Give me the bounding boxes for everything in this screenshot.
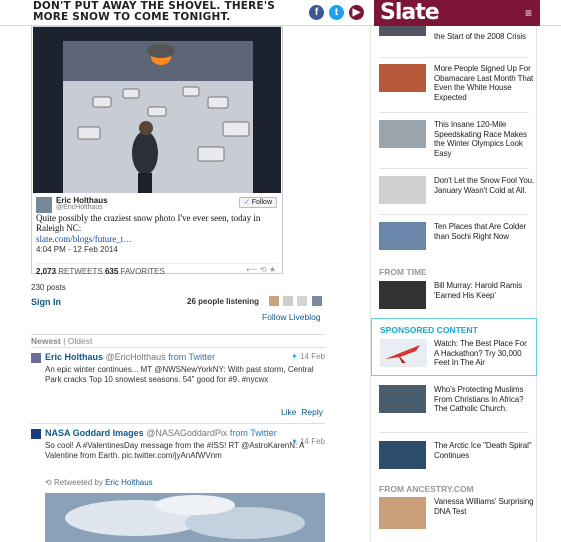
- post-image[interactable]: [45, 493, 325, 542]
- sign-in-link[interactable]: Sign In: [31, 297, 61, 307]
- sidebar-thumb[interactable]: [379, 497, 426, 529]
- post-author-handle[interactable]: @EricHolthaus: [106, 352, 166, 362]
- tweet-actions-icons[interactable]: ⟵ ⟲ ★: [246, 265, 276, 274]
- listener-avatar[interactable]: [268, 295, 280, 307]
- retweeted-by-name[interactable]: Eric Holthaus: [105, 478, 153, 487]
- snow-photo[interactable]: [33, 27, 281, 193]
- retweet-count: 2,073: [36, 267, 57, 276]
- sponsored-label: Sponsored Content: [380, 325, 478, 335]
- sidebar-thumb[interactable]: [379, 385, 426, 413]
- post-date: ✦ 14 Feb: [291, 352, 325, 361]
- divider: [379, 432, 529, 433]
- retweets-label: RETWEETS: [58, 267, 103, 276]
- post-text: An epic winter continues... MT @NWSNewYo…: [45, 365, 314, 384]
- divider: [379, 112, 529, 113]
- top-bar: Don't put away the shovel. There's more …: [0, 0, 561, 26]
- retweeted-by-label: Retweeted by: [53, 478, 103, 487]
- retweeted-by: ⟲ Retweeted by Eric Holthaus: [45, 478, 153, 487]
- like-link[interactable]: Like: [281, 407, 297, 417]
- sidebar-thumb[interactable]: [379, 281, 426, 309]
- listeners-count: 26 people listening: [187, 297, 260, 306]
- sidebar-item-title[interactable]: More People Signed Up For Obamacare Last…: [434, 64, 538, 102]
- post-source[interactable]: from Twitter: [230, 428, 277, 438]
- post-count: 230 posts: [31, 283, 66, 292]
- follow-liveblog-link[interactable]: Follow Liveblog: [262, 312, 321, 322]
- facebook-icon[interactable]: f: [309, 5, 324, 20]
- sidebar-item-title[interactable]: Ten Places that Are Colder than Sochi Ri…: [434, 222, 538, 241]
- sidebar-thumb[interactable]: [379, 120, 426, 148]
- from-time-label[interactable]: From Time: [379, 267, 427, 277]
- divider: [379, 57, 529, 58]
- post-author-name[interactable]: NASA Goddard Images: [45, 428, 144, 438]
- post-avatar[interactable]: [31, 429, 41, 439]
- sidebar-item-title[interactable]: This Insane 120-Mile Speedskating Race M…: [434, 120, 538, 158]
- post-avatar[interactable]: [31, 353, 41, 363]
- listener-avatar[interactable]: [282, 295, 294, 307]
- sidebar-thumb[interactable]: [379, 64, 426, 92]
- sidebar-item-title[interactable]: Who's Protecting Muslims From Christians…: [434, 385, 538, 414]
- slate-logo[interactable]: Slate: [380, 0, 440, 26]
- divider: [379, 168, 529, 169]
- twitter-icon[interactable]: t: [329, 5, 344, 20]
- sidebar-item-title[interactable]: The Arctic Ice "Death Spiral" Continues: [434, 441, 538, 460]
- tweet-link[interactable]: slate.com/blogs/future_t…: [36, 234, 132, 244]
- sidebar-thumb[interactable]: [379, 441, 426, 469]
- post-date-text: 14 Feb: [300, 352, 325, 361]
- twitter-bird-icon: ✓: [243, 199, 252, 206]
- retweet-icon: ⟲: [45, 478, 54, 487]
- sidebar-item-title[interactable]: Vanessa Williams' Surprising DNA Test: [434, 497, 538, 516]
- favorites-label: FAVORITES: [120, 267, 165, 276]
- reply-link[interactable]: Reply: [301, 407, 323, 417]
- from-ancestry-label[interactable]: From Ancestry.com: [379, 484, 474, 494]
- tab-oldest[interactable]: Oldest: [68, 336, 93, 346]
- post-author: NASA Goddard Images @NASAGoddardPix from…: [45, 428, 277, 438]
- brand-bar: Slate ≡: [374, 0, 540, 26]
- sort-tabs: Newest | Oldest: [31, 334, 325, 346]
- listener-avatar[interactable]: [296, 295, 308, 307]
- listener-avatar[interactable]: [311, 295, 323, 307]
- post-author-name[interactable]: Eric Holthaus: [45, 352, 103, 362]
- tweet-avatar[interactable]: [36, 197, 52, 213]
- menu-icon[interactable]: ≡: [525, 6, 532, 20]
- sidebar-item-title[interactable]: Bill Murray: Harold Ramis 'Earned His Ke…: [434, 281, 538, 300]
- sponsored-title[interactable]: Watch: The Best Place For A Hackathon? T…: [434, 339, 532, 368]
- follow-label: Follow: [251, 199, 273, 206]
- tweet-author-handle[interactable]: @EricHolthaus: [56, 204, 103, 211]
- divider: [379, 214, 529, 215]
- youtube-icon[interactable]: ▶: [349, 5, 364, 20]
- sidebar-item-title[interactable]: Don't Let the Snow Fool You. January Was…: [434, 176, 538, 195]
- post-author: Eric Holthaus @EricHolthaus from Twitter: [45, 352, 215, 362]
- twitter-bird-icon: ✦: [291, 352, 301, 361]
- post-actions: Like Reply: [281, 407, 323, 417]
- tab-separator: |: [63, 336, 66, 346]
- post-author-handle[interactable]: @NASAGoddardPix: [146, 428, 227, 438]
- tweet-text: Quite possibly the craziest snow photo I…: [36, 213, 261, 233]
- sidebar-thumb[interactable]: [379, 176, 426, 204]
- embedded-tweet: Eric Holthaus @EricHolthaus ✓ Follow Qui…: [31, 26, 283, 276]
- sidebar-item-title[interactable]: the Start of the 2008 Crisis: [434, 32, 538, 42]
- sidebar-thumb[interactable]: [379, 222, 426, 250]
- follow-button[interactable]: ✓ Follow: [239, 197, 277, 208]
- promo-headline[interactable]: Don't put away the shovel. There's more …: [33, 1, 303, 23]
- tab-newest[interactable]: Newest: [31, 336, 61, 346]
- tweet-timestamp[interactable]: 4:04 PM - 12 Feb 2014: [36, 245, 118, 254]
- liveblog-post: Eric Holthaus @EricHolthaus from Twitter…: [31, 347, 325, 421]
- post-source[interactable]: from Twitter: [168, 352, 215, 362]
- sponsored-box[interactable]: Sponsored Content Watch: The Best Place …: [371, 318, 537, 376]
- post-text: So cool! A #ValentinesDay message from t…: [45, 441, 304, 460]
- sponsored-thumb[interactable]: [380, 339, 427, 367]
- favorite-count: 635: [104, 267, 119, 276]
- tweet-stats: 2,073 RETWEETS 635 FAVORITES: [36, 263, 278, 276]
